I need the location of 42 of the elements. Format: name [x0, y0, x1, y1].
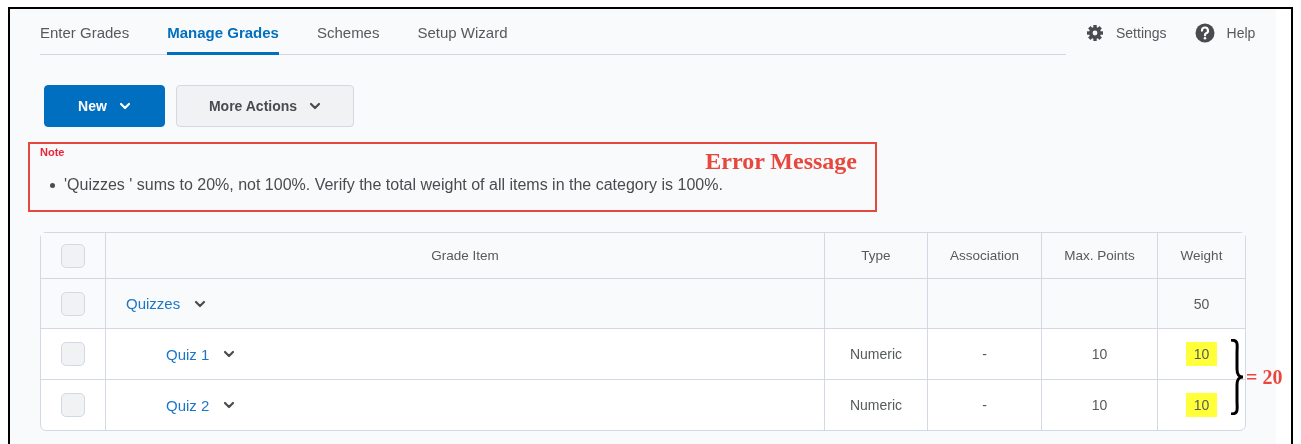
more-actions-button[interactable]: More Actions [176, 85, 354, 127]
checkbox[interactable] [61, 291, 85, 316]
checkbox[interactable] [61, 342, 85, 366]
max-points-cell: 10 [1091, 346, 1108, 362]
bullet-icon [50, 182, 55, 188]
max-points-cell: 10 [1091, 397, 1108, 413]
settings-link[interactable]: Settings [1086, 23, 1167, 43]
chevron-down-icon [223, 349, 236, 359]
checkbox[interactable] [61, 393, 85, 417]
tab[interactable]: Schemes [316, 9, 380, 55]
column-header: Type [861, 248, 891, 263]
grade-item-link[interactable]: Quiz 1 [166, 345, 210, 363]
weight-cell-text: 50 [1192, 294, 1211, 314]
help-link[interactable]: Help [1194, 23, 1256, 43]
new-button[interactable]: New [44, 85, 165, 127]
chevron-down-icon [223, 400, 236, 410]
tab[interactable]: Setup Wizard [417, 9, 508, 55]
association-cell: - [982, 346, 987, 362]
chevron-down-icon [118, 101, 131, 111]
checkbox[interactable] [61, 243, 85, 268]
note-title: Note [40, 146, 65, 158]
chevron-down-icon [194, 298, 207, 309]
column-header: Grade Item [431, 248, 499, 263]
sum-annotation: = 20 [1246, 365, 1283, 389]
column-header: Association [949, 248, 1019, 263]
chevron-down-icon [309, 101, 322, 111]
tab[interactable]: Manage Grades [167, 9, 279, 55]
brace-icon [1230, 339, 1244, 415]
type-cell: Numeric [849, 346, 903, 362]
column-header: Weight [1180, 248, 1223, 263]
error-text: 'Quizzes ' sums to 20%, not 100%. Verify the total weight of all items in the category is 100%. [64, 176, 723, 194]
weight-cell: 10 [1185, 393, 1218, 417]
settings-icon [1086, 24, 1104, 42]
help-icon [1194, 23, 1215, 43]
column-header: Max. Points [1064, 248, 1135, 263]
grade-item-link[interactable]: Quiz 2 [166, 396, 210, 414]
tab[interactable]: Enter Grades [40, 9, 130, 55]
category-link[interactable]: Quizzes [126, 295, 181, 312]
weight-cell: 10 [1185, 342, 1218, 366]
type-cell: Numeric [849, 397, 903, 413]
error-message-annotation: Error Message [705, 148, 857, 174]
association-cell: - [982, 397, 987, 413]
